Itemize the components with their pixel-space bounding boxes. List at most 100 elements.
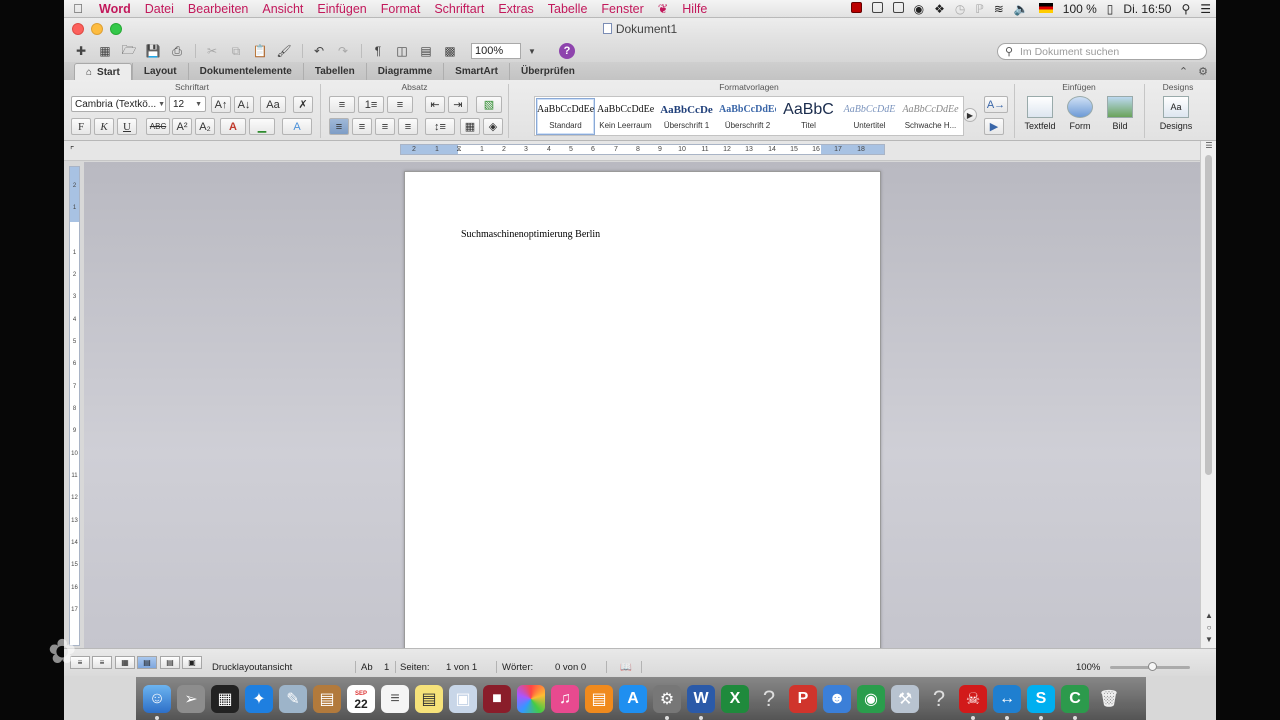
- line-spacing-icon[interactable]: ↕≡: [425, 118, 455, 135]
- system-preferences-icon[interactable]: ⚙: [653, 685, 681, 720]
- shape-button[interactable]: Form: [1060, 96, 1100, 131]
- designs-button[interactable]: Aa Designs: [1156, 96, 1196, 131]
- tab-tabellen[interactable]: Tabellen: [302, 63, 366, 80]
- photos-icon[interactable]: [517, 685, 545, 713]
- columns-icon[interactable]: ▧: [476, 96, 502, 113]
- previous-page-icon[interactable]: ▲: [1204, 611, 1214, 620]
- browse-object-icon[interactable]: ○: [1204, 623, 1214, 632]
- german-flag-icon[interactable]: [1034, 2, 1058, 16]
- document-page[interactable]: Suchmaschinenoptimierung Berlin: [404, 171, 881, 661]
- menu-einfuegen[interactable]: Einfügen: [310, 2, 373, 16]
- menu-tabelle[interactable]: Tabelle: [541, 2, 595, 16]
- tab-dokumentelemente[interactable]: Dokumentelemente: [187, 63, 303, 80]
- styles-pane-icon[interactable]: ▶: [984, 118, 1004, 135]
- clear-formatting-icon[interactable]: ✗: [293, 96, 313, 113]
- bold-button[interactable]: F: [71, 118, 91, 135]
- templates-icon[interactable]: ▦: [94, 42, 116, 60]
- calendar-icon[interactable]: SEP 22: [347, 685, 375, 713]
- vertical-scrollbar[interactable]: ☰ ▲ ○ ▼: [1200, 141, 1216, 648]
- itunes-icon[interactable]: ♫: [551, 685, 579, 713]
- style-ueberschrift-2[interactable]: AaBbCcDdEe Überschrift 2: [718, 98, 777, 135]
- mission-control-icon[interactable]: ▦: [211, 685, 239, 713]
- teamviewer-icon[interactable]: ↔: [993, 685, 1021, 720]
- trash-icon[interactable]: 🗑: [1095, 685, 1123, 713]
- scrollbar-thumb[interactable]: [1205, 155, 1212, 475]
- next-page-icon[interactable]: ▼: [1204, 635, 1214, 644]
- ribbon-settings-icon[interactable]: ⚙: [1198, 65, 1208, 78]
- stickies-icon[interactable]: ▤: [415, 685, 443, 713]
- time-machine-icon[interactable]: ◷: [950, 2, 970, 16]
- menu-word[interactable]: Word: [92, 2, 138, 16]
- new-document-icon[interactable]: ✚: [70, 42, 92, 60]
- cut-icon[interactable]: ✂: [201, 42, 223, 60]
- menu-datei[interactable]: Datei: [138, 2, 181, 16]
- document-search-input[interactable]: ⚲ Im Dokument suchen: [997, 43, 1207, 60]
- reminders-icon[interactable]: ≡: [381, 685, 409, 713]
- shrink-font-icon[interactable]: A↓: [234, 96, 254, 113]
- spotlight-icon[interactable]: ⚲: [1176, 2, 1195, 16]
- apple-menu-icon[interactable]: : [64, 1, 92, 16]
- paste-icon[interactable]: 📋: [249, 42, 271, 60]
- battery-icon[interactable]: ▯: [1102, 2, 1119, 16]
- menu-extras[interactable]: Extras: [491, 2, 540, 16]
- photo-booth-icon[interactable]: ▣: [449, 685, 477, 713]
- utility-icon[interactable]: ⚒: [891, 685, 919, 713]
- tab-selector-icon[interactable]: ⌜: [70, 145, 74, 156]
- pilcrow-icon[interactable]: ¶: [367, 42, 389, 60]
- menu-format[interactable]: Format: [374, 2, 428, 16]
- tab-layout[interactable]: Layout: [131, 63, 188, 80]
- notification-icon[interactable]: [867, 1, 888, 16]
- recording-icon[interactable]: [846, 1, 867, 16]
- align-right-icon[interactable]: ≡: [375, 118, 395, 135]
- undo-icon[interactable]: ↶: [308, 42, 330, 60]
- zoom-slider-knob[interactable]: [1148, 662, 1157, 671]
- zoom-field[interactable]: 100%: [471, 43, 521, 59]
- finder-icon[interactable]: ☺: [143, 685, 171, 720]
- document-canvas[interactable]: Suchmaschinenoptimierung Berlin: [84, 162, 1200, 661]
- word-icon[interactable]: W: [687, 685, 715, 720]
- tab-smartart[interactable]: SmartArt: [443, 63, 509, 80]
- bullet-list-icon[interactable]: ≡: [329, 96, 355, 113]
- zoom-dropdown-icon[interactable]: ▼: [521, 42, 543, 60]
- shield-icon[interactable]: ◉: [909, 2, 929, 16]
- menu-fenster[interactable]: Fenster: [594, 2, 650, 16]
- decrease-indent-icon[interactable]: ⇤: [425, 96, 445, 113]
- preview-icon[interactable]: ✎: [279, 685, 307, 713]
- script-menu-icon[interactable]: ❦: [651, 1, 675, 16]
- app-store-icon[interactable]: A: [619, 685, 647, 713]
- subscript-icon[interactable]: A₂: [195, 118, 215, 135]
- font-color-icon[interactable]: A: [220, 118, 246, 135]
- sidebar-icon[interactable]: ◫: [391, 42, 413, 60]
- print-icon[interactable]: ⎙: [166, 42, 188, 60]
- superscript-icon[interactable]: A²: [172, 118, 192, 135]
- style-ueberschrift-1[interactable]: AaBbCcDe Überschrift 1: [657, 98, 716, 135]
- style-standard[interactable]: AaBbCcDdEe Standard: [536, 98, 595, 135]
- open-folder-icon[interactable]: 🗁: [118, 42, 140, 60]
- camtasia-icon[interactable]: C: [1061, 685, 1089, 720]
- excel-icon[interactable]: X: [721, 685, 749, 713]
- style-kein-leerraum[interactable]: AaBbCcDdEe Kein Leerraum: [596, 98, 655, 135]
- clock[interactable]: Di. 16:50: [1118, 2, 1176, 16]
- notes-app-icon[interactable]: ▤: [313, 685, 341, 713]
- battery-percent[interactable]: 100 %: [1058, 2, 1102, 16]
- messenger-icon[interactable]: ☻: [823, 685, 851, 713]
- tab-start[interactable]: ⌂ Start: [74, 63, 132, 80]
- notification-center-icon[interactable]: ☰: [1195, 2, 1216, 16]
- highlight-icon[interactable]: ▁: [249, 118, 275, 135]
- document-text[interactable]: Suchmaschinenoptimierung Berlin: [461, 229, 600, 240]
- vertical-ruler[interactable]: 2 1 1 2 3 4 5 6 7 8 9 10 11 12 13 14 15 …: [69, 166, 80, 646]
- align-left-icon[interactable]: ≡: [329, 118, 349, 135]
- volume-icon[interactable]: 🔈: [1009, 2, 1034, 16]
- justify-icon[interactable]: ≡: [398, 118, 418, 135]
- outline-view-icon[interactable]: ≡: [92, 656, 112, 669]
- copy-icon[interactable]: ⧉: [225, 42, 247, 60]
- styles-next-icon[interactable]: ▶: [963, 108, 977, 122]
- unknown-app-icon[interactable]: ?: [925, 685, 953, 713]
- shading-icon[interactable]: ◈: [483, 118, 503, 135]
- toolbox-icon[interactable]: ▩: [439, 42, 461, 60]
- close-button[interactable]: [72, 23, 84, 35]
- acrobat-icon[interactable]: ☠: [959, 685, 987, 720]
- horizontal-ruler[interactable]: 2 1 ⧖ 1 2 3 4 5 6 7 8 9 10 11 12 13 14 1…: [400, 144, 885, 155]
- italic-button[interactable]: K: [94, 118, 114, 135]
- font-size-select[interactable]: 12 ▼: [169, 96, 206, 112]
